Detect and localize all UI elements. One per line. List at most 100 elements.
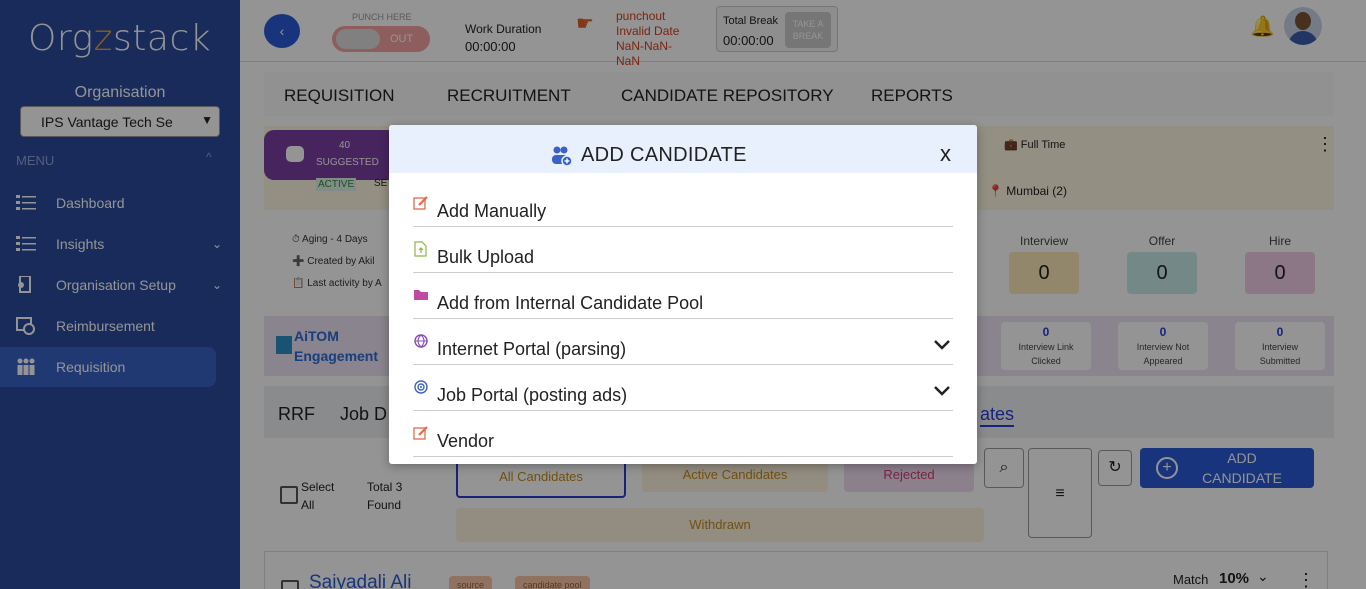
sidebar-item-label: Dashboard — [56, 195, 125, 211]
add-candidate-modal: ADD CANDIDATE x Add Manually Bulk Upload… — [389, 125, 977, 464]
filter-icon[interactable]: ≡ — [1028, 448, 1092, 538]
more-options-icon[interactable]: ⋮ — [1316, 134, 1334, 155]
punchout-line: punchout — [616, 9, 666, 23]
add-candidate-label: CANDIDATE — [1202, 470, 1282, 486]
punchout-line: NaN — [616, 54, 641, 68]
label-line: Select — [301, 480, 335, 494]
tab-candidate-repository[interactable]: CANDIDATE REPOSITORY — [621, 86, 834, 106]
stage-label-hire: Hire — [1268, 234, 1291, 248]
filter-all-candidates[interactable]: All Candidates — [456, 458, 626, 498]
label-line: Found — [367, 498, 402, 512]
sidebar-item-label: Requisition — [56, 359, 126, 375]
created-by-text: Created by Akil — [307, 256, 375, 267]
sidebar-item-dashboard[interactable]: Dashboard — [0, 183, 240, 223]
tab-rrf[interactable]: RRF — [278, 404, 315, 425]
punchout-line: Invalid Date — [616, 24, 680, 38]
more-options-icon[interactable]: ⋮ — [1297, 570, 1315, 589]
created-by-info: ➕ Created by Akil — [292, 256, 375, 267]
reimbursement-icon — [16, 317, 35, 335]
stage-label-offer: Offer — [1148, 234, 1176, 248]
interview-submitted[interactable]: 0 Interview Submitted — [1235, 322, 1325, 370]
avatar-head — [1295, 12, 1311, 30]
candidate-tag: source — [449, 576, 493, 589]
sidebar-item-organisation-setup[interactable]: Organisation Setup ⌄ — [0, 265, 240, 305]
status-badge: ACTIVE — [316, 178, 357, 191]
aitom-logo — [276, 336, 292, 354]
aging-info: ⏱ Aging - 4 Days — [292, 234, 368, 245]
close-button[interactable]: x — [940, 141, 951, 167]
option-internet-portal[interactable]: Internet Portal (parsing) — [413, 319, 953, 365]
match-label: Match — [1173, 572, 1209, 587]
target-icon — [414, 380, 428, 394]
setup-icon — [18, 276, 31, 293]
tab-candidates[interactable]: ates — [980, 404, 1015, 427]
stage-count-interview[interactable]: 0 — [1009, 252, 1079, 294]
count: 0 — [1276, 325, 1284, 339]
sidebar: Orgzstack Organisation IPS Vantage Tech … — [0, 0, 240, 589]
label-line: Total 3 — [367, 480, 403, 494]
option-add-manually[interactable]: Add Manually — [413, 181, 953, 227]
refresh-icon[interactable]: ↻ — [1098, 450, 1132, 486]
candidate-checkbox[interactable] — [281, 580, 299, 589]
select-all-checkbox[interactable] — [280, 486, 298, 504]
orgzstack-logo: Orgzstack — [28, 18, 212, 59]
interview-not-appeared[interactable]: 0 Interview Not Appeared — [1118, 322, 1208, 370]
candidate-row[interactable]: Saiyadali Ali source candidate pool Matc… — [264, 551, 1328, 589]
candidate-name[interactable]: Saiyadali Ali — [309, 572, 411, 589]
sidebar-item-insights[interactable]: Insights ⌄ — [0, 224, 240, 264]
tab-job-description[interactable]: Job D — [340, 404, 387, 425]
total-break-label: Total Break — [723, 15, 779, 27]
search-icon[interactable]: ⌕ — [984, 448, 1024, 488]
label-line: All — [301, 498, 315, 512]
edit-icon — [413, 196, 428, 210]
option-internal-candidate-pool[interactable]: Add from Internal Candidate Pool — [413, 273, 953, 319]
work-duration-value: 00:00:00 — [465, 39, 516, 54]
avatar[interactable] — [1284, 7, 1322, 45]
take-break-button[interactable]: TAKE A BREAK — [785, 12, 831, 48]
interview-link-clicked[interactable]: 0 Interview Link Clicked — [1001, 322, 1091, 370]
filter-withdrawn[interactable]: Withdrawn — [456, 508, 984, 542]
chevron-down-icon[interactable]: ⌄ — [1257, 568, 1269, 585]
organisation-select[interactable]: IPS Vantage Tech Se ▼ — [20, 106, 220, 137]
option-label: Bulk Upload — [437, 247, 535, 267]
tab-recruitment[interactable]: RECRUITMENT — [447, 86, 571, 106]
menu-label: MENU — [16, 153, 55, 168]
back-button[interactable]: ‹ — [264, 14, 300, 48]
punchout-line: NaN-NaN- — [616, 39, 673, 53]
employment-type: 💼 Full Time — [1004, 139, 1066, 151]
last-activity-text: Last activity by A — [307, 278, 382, 289]
stage-count-offer[interactable]: 0 — [1127, 252, 1197, 294]
list-icon — [16, 195, 36, 210]
option-job-portal[interactable]: Job Portal (posting ads) — [413, 365, 953, 411]
modal-title: ADD CANDIDATE — [581, 144, 747, 166]
punch-label: PUNCH HERE — [352, 12, 412, 22]
tab-reports[interactable]: REPORTS — [871, 86, 953, 106]
chevron-up-icon[interactable]: ^ — [206, 150, 212, 164]
chevron-down-icon[interactable] — [933, 381, 951, 399]
label: Clicked — [1031, 356, 1061, 366]
add-candidate-button[interactable]: + ADD CANDIDATE — [1140, 448, 1314, 488]
option-bulk-upload[interactable]: Bulk Upload — [413, 227, 953, 273]
label: Interview Not — [1136, 342, 1190, 352]
organisation-select-value: IPS Vantage Tech Se — [41, 114, 173, 130]
select-all-label: Select All — [301, 478, 334, 514]
label: Appeared — [1143, 356, 1183, 366]
tab-requisition[interactable]: REQUISITION — [284, 86, 395, 106]
punch-toggle[interactable]: OUT — [332, 26, 430, 52]
label: Interview — [1261, 342, 1298, 352]
chevron-down-icon[interactable] — [933, 335, 951, 353]
stage-count-hire[interactable]: 0 — [1245, 252, 1315, 294]
avatar-body — [1288, 31, 1318, 45]
sidebar-item-reimbursement[interactable]: Reimbursement — [0, 306, 240, 346]
total-found: Total 3 Found — [367, 478, 402, 514]
organisation-label: Organisation — [74, 84, 166, 101]
aging-text: Aging - 4 Days — [302, 234, 368, 245]
count: 0 — [1042, 325, 1050, 339]
bell-icon[interactable]: 🔔 — [1250, 14, 1275, 39]
option-vendor[interactable]: Vendor — [413, 411, 953, 457]
count: 0 — [1159, 325, 1167, 339]
sidebar-item-label: Organisation Setup — [56, 277, 176, 293]
punchout-status: punchout Invalid Date NaN-NaN- NaN — [616, 9, 706, 69]
folder-icon — [414, 290, 428, 300]
sidebar-item-requisition[interactable]: Requisition — [0, 347, 216, 387]
